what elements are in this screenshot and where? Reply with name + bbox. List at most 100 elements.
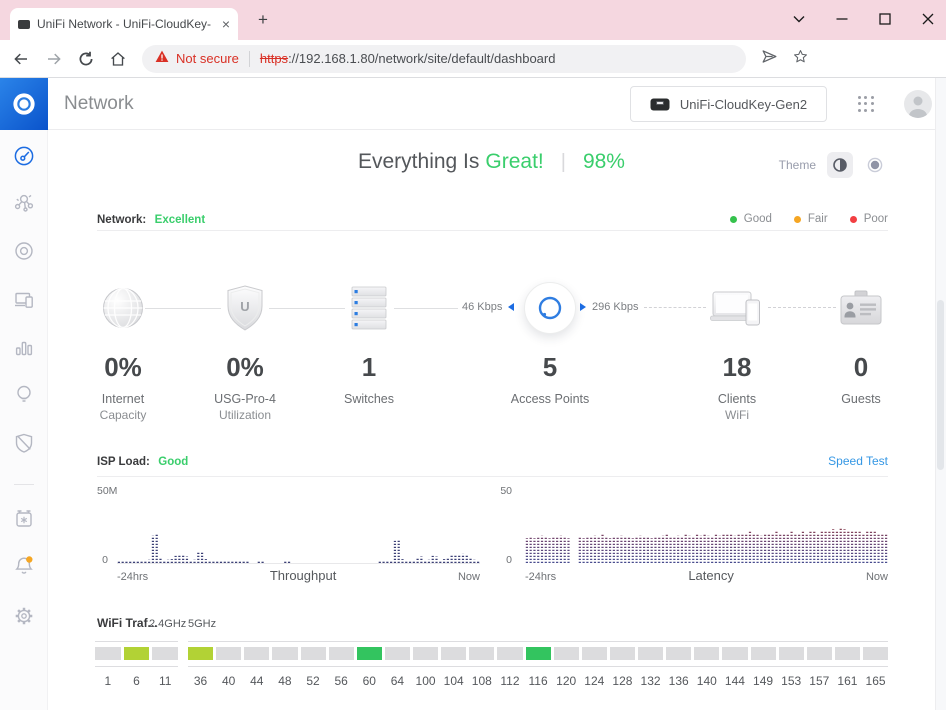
channel-label: 124 bbox=[582, 674, 607, 688]
channel-36-segment bbox=[188, 647, 213, 660]
channel-44-segment bbox=[244, 647, 269, 660]
not-secure-warning-icon bbox=[155, 50, 169, 68]
arrow-right-icon bbox=[580, 303, 586, 311]
stat-value: 5 bbox=[511, 352, 590, 383]
legend-fair: Fair bbox=[794, 213, 828, 225]
legend-good: Good bbox=[730, 213, 772, 225]
band-divider bbox=[95, 641, 178, 642]
send-to-device-icon[interactable] bbox=[760, 47, 779, 71]
stat-sublabel: WiFi bbox=[718, 408, 756, 422]
stat-label: USG-Pro-4 bbox=[214, 392, 276, 406]
theme-label: Theme bbox=[779, 158, 816, 172]
sidebar-item-statistics[interactable] bbox=[13, 336, 35, 358]
throughput-y-min-label: 0 bbox=[84, 554, 108, 566]
window-close-button[interactable] bbox=[920, 11, 936, 27]
latency-chart bbox=[525, 498, 888, 563]
back-button[interactable] bbox=[12, 50, 30, 68]
channel-64-segment bbox=[385, 647, 410, 660]
device-selector-button[interactable]: UniFi-CloudKey-Gen2 bbox=[630, 86, 827, 122]
band-divider bbox=[188, 666, 888, 667]
x-end-label: Now bbox=[866, 571, 888, 583]
sidebar-item-topology[interactable] bbox=[13, 192, 35, 214]
channel-157-segment bbox=[807, 647, 832, 660]
poor-dot-icon bbox=[850, 216, 857, 223]
stat-value: 0% bbox=[100, 352, 147, 383]
stat-label: Clients bbox=[718, 392, 756, 406]
arrow-left-icon bbox=[508, 303, 514, 311]
channel-label: 144 bbox=[722, 674, 747, 688]
sidebar-item-devices[interactable] bbox=[13, 240, 35, 262]
url-text: https://192.168.1.80/network/site/defaul… bbox=[260, 51, 556, 66]
window-minimize-button[interactable] bbox=[834, 11, 850, 27]
band-2-4ghz-channel-labels: 1611 bbox=[95, 674, 178, 688]
channel-6-segment bbox=[124, 647, 150, 660]
page-scrollbar-thumb[interactable] bbox=[937, 300, 944, 470]
gateway-shield-icon: U bbox=[225, 285, 265, 336]
browser-tab-bar: UniFi Network - UniFi-CloudKey- × + bbox=[0, 0, 946, 40]
channel-140-segment bbox=[694, 647, 719, 660]
channel-116-segment bbox=[526, 647, 551, 660]
channel-label: 52 bbox=[301, 674, 326, 688]
dashboard-main: Everything Is Great! | 98% Theme Network… bbox=[48, 130, 935, 710]
user-avatar[interactable] bbox=[904, 90, 932, 118]
browser-tab[interactable]: UniFi Network - UniFi-CloudKey- × bbox=[10, 8, 238, 40]
apps-grid-icon[interactable] bbox=[856, 94, 876, 114]
access-point-icon bbox=[524, 282, 576, 334]
speed-test-link[interactable]: Speed Test bbox=[828, 454, 888, 468]
channel-label: 64 bbox=[385, 674, 410, 688]
channel-label: 44 bbox=[244, 674, 269, 688]
sidebar-item-settings[interactable] bbox=[13, 605, 35, 627]
channel-label: 120 bbox=[554, 674, 579, 688]
channel-48-segment bbox=[272, 647, 297, 660]
headline-prefix: Everything Is bbox=[358, 150, 479, 174]
alert-badge-dot bbox=[26, 556, 32, 562]
bookmark-star-icon[interactable] bbox=[792, 48, 809, 70]
sidebar-item-insights[interactable] bbox=[13, 383, 35, 405]
unifi-logo[interactable] bbox=[0, 78, 48, 130]
new-tab-button[interactable]: + bbox=[252, 9, 274, 31]
sidebar-item-security[interactable] bbox=[13, 432, 35, 454]
stat-guests: 0 Guests bbox=[841, 352, 881, 408]
theme-dark-button[interactable] bbox=[862, 152, 888, 178]
band-divider bbox=[95, 666, 178, 667]
channel-128-segment bbox=[610, 647, 635, 660]
theme-light-button[interactable] bbox=[827, 152, 853, 178]
band-5ghz-tab[interactable]: 5GHz bbox=[188, 618, 216, 630]
window-menu-chevron-icon[interactable] bbox=[791, 11, 807, 27]
chain-connector bbox=[394, 308, 458, 309]
channel-149-segment bbox=[751, 647, 776, 660]
band-2-4ghz-tab[interactable]: 2.4GHz bbox=[149, 618, 186, 630]
forward-button[interactable] bbox=[45, 50, 63, 68]
channel-label: 128 bbox=[610, 674, 635, 688]
internet-globe-icon bbox=[101, 286, 145, 335]
channel-label: 6 bbox=[124, 674, 150, 688]
throughput-chart bbox=[117, 498, 480, 563]
throughput-x-labels: -24hrs Throughput Now bbox=[117, 568, 480, 583]
channel-label: 40 bbox=[216, 674, 241, 688]
tab-title: UniFi Network - UniFi-CloudKey- bbox=[30, 17, 222, 31]
stat-access-points: 5 Access Points bbox=[511, 352, 590, 408]
throughput-y-max-label: 50M bbox=[97, 485, 117, 497]
sidebar-item-clients[interactable] bbox=[13, 288, 35, 310]
reload-button[interactable] bbox=[78, 51, 94, 67]
url-input[interactable]: Not secure https://192.168.1.80/network/… bbox=[142, 45, 746, 73]
url-scheme: https bbox=[260, 51, 288, 66]
uplink-upload-rate: 296 Kbps bbox=[580, 301, 638, 313]
tab-close-icon[interactable]: × bbox=[222, 17, 230, 31]
stat-value: 0% bbox=[214, 352, 276, 383]
sidebar-item-alerts[interactable] bbox=[13, 555, 35, 577]
sidebar-item-events[interactable] bbox=[13, 508, 35, 530]
stat-value: 1 bbox=[344, 352, 394, 383]
channel-11-segment bbox=[152, 647, 178, 660]
sidebar-item-dashboard[interactable] bbox=[13, 145, 35, 167]
clients-devices-icon bbox=[710, 290, 764, 333]
window-maximize-button[interactable] bbox=[877, 11, 893, 27]
legend-poor: Poor bbox=[850, 213, 888, 225]
x-end-label: Now bbox=[458, 571, 480, 583]
good-dot-icon bbox=[730, 216, 737, 223]
fair-dot-icon bbox=[794, 216, 801, 223]
home-button[interactable] bbox=[109, 50, 127, 68]
section-divider bbox=[97, 476, 888, 477]
sidebar-divider bbox=[14, 484, 34, 485]
switch-stack-icon bbox=[348, 285, 390, 336]
